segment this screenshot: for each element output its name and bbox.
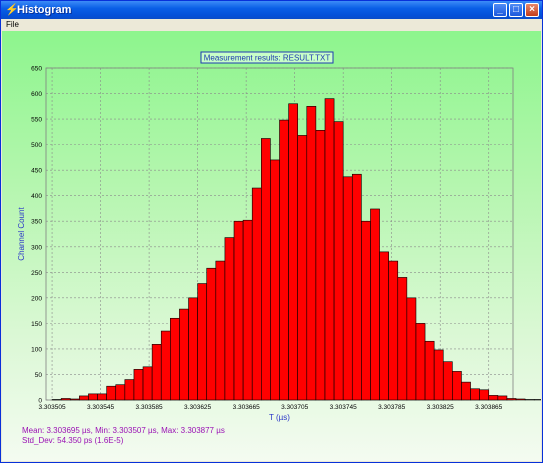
histogram-bar (170, 317, 180, 401)
histogram-bar (461, 381, 471, 401)
x-tick-label: 3.303545 (87, 404, 114, 411)
x-tick-label: 3.303625 (184, 404, 211, 411)
histogram-bar (497, 395, 508, 401)
y-tick-label: 450 (31, 168, 42, 175)
y-tick-label: 550 (31, 117, 42, 124)
histogram-bar (79, 395, 89, 401)
close-button[interactable]: × (525, 3, 539, 17)
histogram-bar (370, 208, 380, 401)
histogram-bar (515, 398, 526, 401)
histogram-bar (206, 267, 217, 401)
y-tick-label: 350 (31, 219, 42, 226)
x-tick-label: 3.303825 (427, 404, 454, 411)
histogram-bar (188, 297, 198, 401)
histogram-bar (406, 297, 417, 401)
histogram-bar (197, 283, 208, 401)
histogram-bar (69, 398, 80, 401)
minimize-button[interactable]: _ (493, 3, 507, 17)
histogram-bar (224, 237, 235, 401)
y-tick-label: 250 (31, 270, 42, 277)
histogram-bar (479, 389, 490, 401)
histogram-bar (233, 220, 244, 401)
lightning-icon: ⚡ (5, 4, 19, 16)
chart-title: Measurement results: RESULT.TXT (204, 54, 331, 63)
y-tick-label: 400 (31, 193, 42, 200)
histogram-bar (433, 349, 444, 401)
histogram-window: ⚡ Histogram _ □ × File 0 50 100 150 200 250 30… (0, 0, 543, 463)
histogram-bar (324, 98, 335, 401)
y-tick-label: 50 (35, 372, 43, 379)
y-tick-label: 100 (31, 346, 42, 353)
histogram-bars (51, 98, 542, 401)
x-tick-label: 3.303585 (136, 404, 163, 411)
y-tick-label: 650 (31, 66, 42, 73)
histogram-bar (160, 330, 171, 401)
histogram-bar (270, 159, 280, 401)
histogram-bar (424, 340, 435, 401)
histogram-bar (279, 119, 289, 401)
histogram-bar (88, 393, 98, 401)
x-axis-label: T (µs) (269, 413, 290, 422)
x-axis-ticks: 3.303505 3.303545 3.303585 3.303625 3.303665… (39, 404, 503, 411)
histogram-chart: 050100150200250300350400450500550600650 … (17, 51, 542, 422)
histogram-bar (397, 277, 408, 401)
stats-stddev-line: Std_Dev: 54.350 ps (1.6E-5) (22, 436, 124, 445)
x-tick-label: 3.303865 (475, 404, 502, 411)
histogram-bar (306, 106, 317, 401)
histogram-bar (415, 323, 426, 401)
histogram-bar (342, 176, 353, 401)
histogram-bar (288, 103, 298, 401)
histogram-bar (351, 173, 362, 401)
x-tick-label: 3.303665 (233, 404, 260, 411)
window-title: Histogram (17, 4, 72, 16)
menu-file[interactable]: File (6, 19, 19, 31)
histogram-bar (488, 395, 499, 401)
histogram-bar (333, 121, 344, 401)
histogram-bar (361, 220, 371, 401)
x-tick-label: 3.303745 (330, 404, 357, 411)
histogram-bar (151, 344, 162, 401)
histogram-bar (315, 130, 326, 401)
title-bar[interactable]: ⚡ Histogram _ □ × (1, 1, 542, 19)
histogram-bar (51, 399, 62, 401)
chart-area: 0 50 100 150 200 250 300 350 400 450 500 550 600 650 … (2, 31, 542, 461)
stats-mean-line: Mean: 3.303695 µs, Min: 3.303507 µs, Max… (22, 426, 225, 435)
histogram-bar (533, 399, 542, 401)
histogram-bar (506, 398, 517, 401)
histogram-bar (251, 187, 262, 401)
histogram-bar (215, 260, 226, 401)
histogram-bar (60, 398, 71, 401)
y-tick-label: 300 (31, 244, 42, 251)
maximize-button[interactable]: □ (509, 3, 523, 17)
y-tick-label: 200 (31, 295, 42, 302)
histogram-bar (242, 219, 253, 401)
menu-bar: File (1, 19, 542, 31)
histogram-bar (142, 366, 153, 401)
histogram-bar (442, 361, 453, 401)
histogram-bar (452, 371, 462, 401)
histogram-bar (115, 384, 126, 401)
histogram-bar (179, 308, 189, 401)
y-axis-label: Channel Count (17, 207, 26, 261)
y-tick-label: 600 (31, 91, 42, 98)
histogram-bar (124, 379, 135, 401)
histogram-bar (524, 399, 535, 401)
y-tick-label: 150 (31, 321, 42, 328)
y-tick-label: 500 (31, 142, 42, 149)
histogram-bar (388, 260, 399, 401)
histogram-bar (97, 393, 107, 401)
x-tick-label: 3.303785 (378, 404, 405, 411)
histogram-bar (106, 385, 117, 401)
x-tick-label: 3.303505 (39, 404, 66, 411)
histogram-bar (261, 138, 271, 401)
histogram-bar (470, 388, 480, 401)
x-tick-label: 3.303705 (281, 404, 308, 411)
histogram-bar (379, 251, 389, 401)
histogram-bar (133, 369, 144, 401)
y-axis-ticks: 050100150200250300350400450500550600650 (31, 66, 42, 405)
histogram-bar (297, 135, 308, 401)
